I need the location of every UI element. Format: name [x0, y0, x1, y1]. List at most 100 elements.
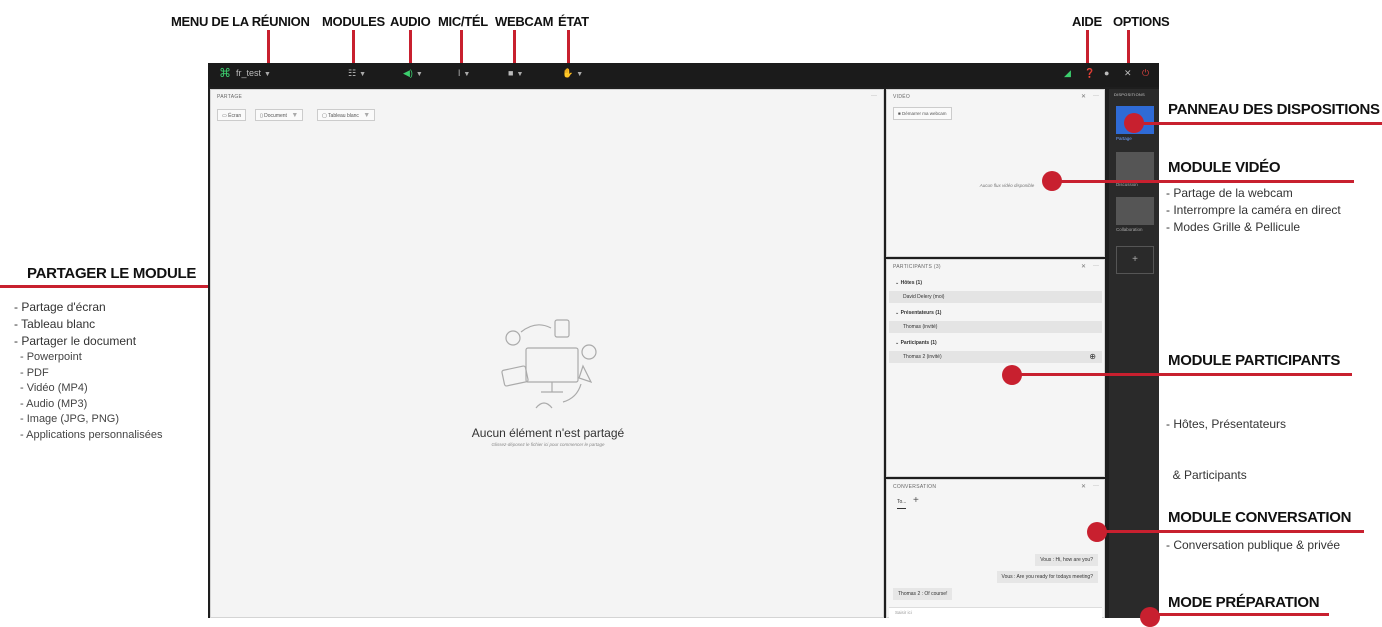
participant-row[interactable]: Thomas (invité) — [889, 321, 1102, 333]
expand-icon[interactable]: ✕ — [1081, 263, 1086, 270]
share-callout-title: PARTAGER LE MODULE — [27, 265, 197, 282]
layout-label: Collaboration — [1116, 227, 1143, 232]
share-tool-label: Document — [264, 113, 287, 119]
connector-aide — [1086, 30, 1089, 66]
video-item: - Partage de la webcam — [1166, 186, 1293, 200]
chat-callout-title: MODULE CONVERSATION — [1168, 509, 1352, 526]
chat-callout-list: - Conversation publique & privée — [1166, 537, 1340, 554]
share-document-button[interactable]: ▯ Document ▼ — [255, 109, 304, 121]
chat-input[interactable]: Saisir ici — [889, 607, 1102, 618]
participant-group-hosts[interactable]: ⌄ Hôtes (1) — [889, 277, 1102, 289]
modules-button[interactable]: ☷ ▼ — [348, 68, 366, 79]
connector-audio — [409, 30, 412, 66]
participants-panel: PARTICIPANTS (3) ✕ ··· ⌄ Hôtes (1) David… — [886, 259, 1105, 477]
panel-menu-icon[interactable]: ··· — [1093, 93, 1099, 99]
label-mic: MIC/TÉL — [438, 14, 488, 29]
whiteboard-icon: ▢ — [322, 113, 327, 119]
status-button[interactable]: ✋ ▼ — [562, 68, 583, 79]
signal-icon: ◢ — [1064, 68, 1071, 78]
hand-icon: ✋ — [562, 68, 574, 78]
video-item: - Modes Grille & Pellicule — [1166, 220, 1301, 234]
share-subitem: - Powerpoint — [20, 351, 82, 363]
participant-name: David Delery (moi) — [903, 294, 945, 300]
video-callout-line — [1058, 180, 1354, 183]
label-audio: AUDIO — [390, 14, 431, 29]
help-icon[interactable]: ❓ — [1084, 68, 1095, 79]
app-logo-icon: ⌘ — [219, 66, 231, 80]
video-panel-title: VIDÉO — [893, 94, 911, 100]
prep-callout-title: MODE PRÉPARATION — [1168, 594, 1320, 611]
label-etat: ÉTAT — [558, 14, 589, 29]
share-subitem: - Image (JPG, PNG) — [20, 413, 120, 425]
participant-group-participants[interactable]: ⌄ Participants (1) — [889, 337, 1102, 349]
chat-tab[interactable]: To... — [897, 499, 907, 509]
panel-menu-icon[interactable]: ··· — [871, 93, 877, 99]
share-item: - Partager le document — [14, 334, 137, 348]
expand-icon[interactable]: ✕ — [1081, 93, 1086, 100]
participant-row[interactable]: David Delery (moi) — [889, 291, 1102, 303]
participant-name: Thomas (invité) — [903, 324, 938, 330]
layout-thumb-discussion[interactable] — [1116, 152, 1154, 180]
share-empty-hint: Glissez-déposez le fichier ici pour comm… — [491, 442, 605, 447]
share-whiteboard-button[interactable]: ▢ Tableau blanc ▼ — [317, 109, 376, 121]
share-tool-label: Tableau blanc — [328, 113, 359, 119]
layouts-panel-title: DISPOSITIONS — [1114, 92, 1145, 97]
app-top-bar: ⌘ fr_test ▼ ☷ ▼ ◀) ▼ ǀ ▼ ■ ▼ ✋ ▼ ◢ ❓ ● ✕ ⏻ — [208, 63, 1159, 87]
share-callout-line — [0, 285, 240, 288]
share-item: - Tableau blanc — [14, 317, 96, 331]
connector-etat — [567, 30, 570, 66]
layout-thumb-collaboration[interactable] — [1116, 197, 1154, 225]
add-chat-tab-icon[interactable]: + — [913, 495, 919, 506]
audio-button[interactable]: ◀) ▼ — [403, 68, 423, 79]
participant-group-label: Participants (1) — [900, 340, 937, 346]
participants-item: & Participants — [1166, 468, 1247, 482]
power-icon[interactable]: ⏻ — [1142, 68, 1149, 79]
layouts-callout-title: PANNEAU DES DISPOSITIONS — [1168, 101, 1380, 118]
chat-panel: CONVERSATION ✕ ··· To... + Vous : Hi, ho… — [886, 479, 1105, 618]
share-subitem: - Vidéo (MP4) — [20, 382, 88, 394]
panel-menu-icon[interactable]: ··· — [1093, 263, 1099, 269]
share-subitem: - Applications personnalisées — [20, 428, 163, 441]
add-layout-button[interactable]: + — [1116, 246, 1154, 274]
label-options: OPTIONS — [1113, 14, 1170, 29]
user-icon[interactable]: ● — [1104, 68, 1109, 78]
label-webcam: WEBCAM — [495, 14, 554, 29]
expand-icon[interactable]: ✕ — [1081, 483, 1086, 490]
mic-button[interactable]: ǀ ▼ — [458, 68, 470, 78]
label-aide: AIDE — [1072, 14, 1102, 29]
chat-callout-line — [1103, 530, 1364, 533]
connector-options — [1127, 30, 1130, 66]
participants-panel-title: PARTICIPANTS (3) — [893, 264, 941, 270]
webcam-button[interactable]: ■ ▼ — [508, 68, 523, 78]
participant-name: Thomas 2 (invité) — [903, 354, 942, 360]
start-webcam-button[interactable]: ■ Démarrer ma webcam — [893, 107, 952, 120]
camera-icon: ■ — [508, 68, 514, 78]
chat-message: Vous : Hi, how are you? — [1035, 554, 1098, 566]
chat-input-placeholder: Saisir ici — [895, 610, 912, 615]
share-panel-title: PARTAGE — [217, 94, 243, 100]
participant-group-label: Présentateurs (1) — [900, 310, 942, 316]
participants-callout-list: - Hôtes, Présentateurs & Participants — [1166, 382, 1286, 501]
share-subitem: - Audio (MP3) — [20, 397, 88, 410]
layout-label: Partage — [1116, 136, 1132, 141]
meeting-app-window: ⌘ fr_test ▼ ☷ ▼ ◀) ▼ ǀ ▼ ■ ▼ ✋ ▼ ◢ ❓ ● ✕ ⏻ PAR… — [208, 63, 1159, 618]
chat-message: Thomas 2 : Of course! — [893, 588, 953, 600]
video-callout-list: - Partage de la webcam - Interrompre la … — [1166, 185, 1341, 236]
mic-icon: ǀ — [458, 68, 461, 78]
prep-callout-dot — [1140, 607, 1160, 627]
fullscreen-icon[interactable]: ✕ — [1124, 68, 1132, 79]
share-screen-button[interactable]: ▭ Écran — [217, 109, 247, 121]
screen-icon: ▭ — [222, 113, 227, 119]
participant-group-presenters[interactable]: ⌄ Présentateurs (1) — [889, 307, 1102, 319]
share-empty-title: Aucun élément n'est partagé — [471, 426, 625, 440]
panel-menu-icon[interactable]: ··· — [1093, 483, 1099, 489]
label-modules: MODULES — [322, 14, 385, 29]
connector-menu — [267, 30, 270, 66]
share-tool-label: Écran — [228, 113, 242, 119]
label-menu-reunion: MENU DE LA RÉUNION — [171, 14, 310, 29]
prep-callout-line — [1156, 613, 1329, 616]
connector-webcam — [513, 30, 516, 66]
camera-icon: ■ — [898, 111, 901, 116]
meeting-menu-button[interactable]: fr_test ▼ — [236, 68, 271, 78]
participant-row[interactable]: Thomas 2 (invité) ⊕ — [889, 351, 1102, 363]
